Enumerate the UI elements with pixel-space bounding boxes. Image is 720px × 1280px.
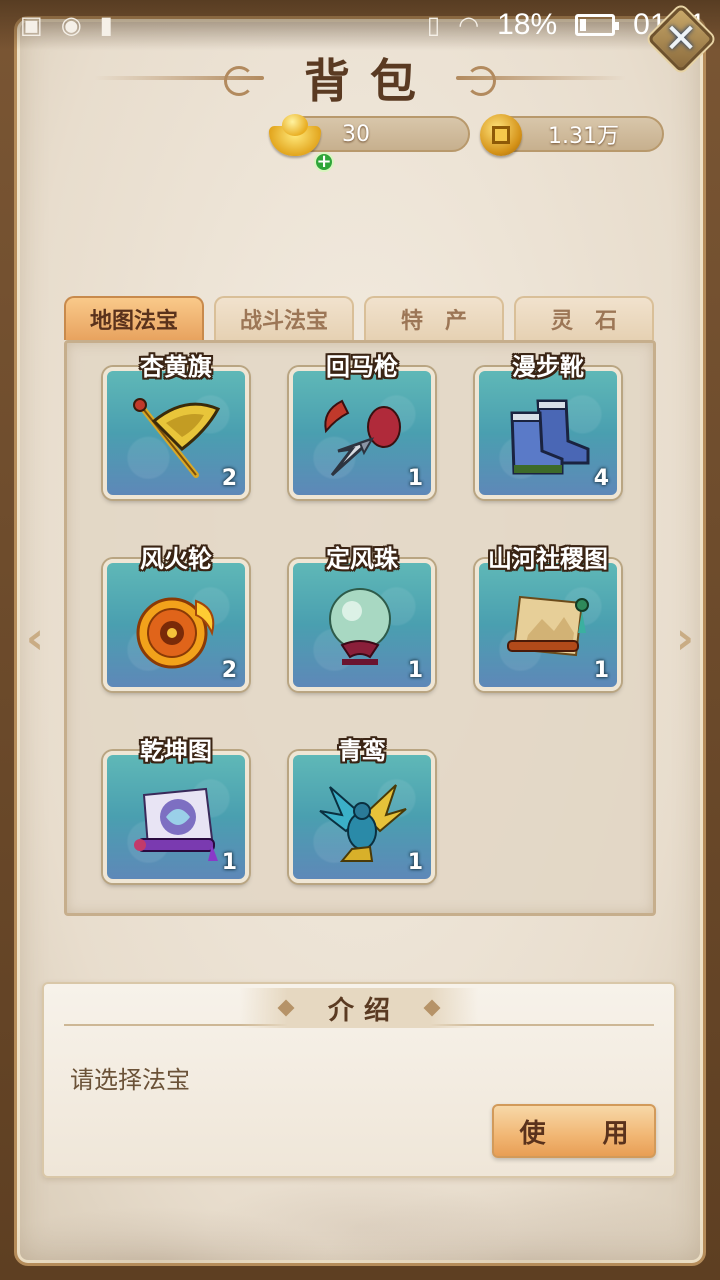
coin-value: 1.31万 (548, 124, 619, 149)
tab-label: 灵石 (550, 308, 639, 334)
item-name: 青鸾 (338, 736, 386, 765)
battery-percent: 18% (497, 8, 558, 41)
tab-map-treasures[interactable]: 地图法宝 (64, 296, 204, 340)
item-count: 2 (221, 466, 237, 491)
tab-label: 特产 (400, 308, 489, 334)
fire-wheel-icon (125, 583, 227, 673)
item-name: 回马枪 (326, 352, 398, 381)
item-count: 1 (407, 658, 423, 683)
item-name: 杏黄旗 (140, 352, 212, 381)
status-bar: ▣ ◉ ▮ ▯ ◠ 18% 01:11 (0, 0, 720, 50)
coin-icon (472, 106, 530, 164)
intro-description: 请选择法宝 (70, 1066, 190, 1094)
item-card: 4 (475, 367, 621, 499)
gold-value: 30 (342, 121, 370, 147)
gold-ingot-balance: + 30 (269, 114, 470, 172)
tab-battle-treasures[interactable]: 战斗法宝 (214, 296, 354, 340)
item-card: 1 (289, 559, 435, 691)
item-count: 4 (593, 466, 609, 491)
tab-label: 地图法宝 (89, 308, 178, 334)
item-name: 乾坤图 (140, 736, 212, 765)
item-slot-boots[interactable]: 漫步靴 4 (475, 347, 621, 499)
phoenix-icon (311, 775, 413, 865)
item-name: 定风珠 (326, 544, 398, 573)
intro-header: 介绍 (44, 988, 674, 1028)
add-gold-button[interactable]: + (314, 152, 334, 172)
battery-icon (575, 14, 620, 36)
intro-banner: 介绍 (239, 988, 478, 1028)
record-icon: ◉ (60, 11, 82, 39)
item-card: 1 (289, 367, 435, 499)
item-slot-spear[interactable]: 回马枪 1 (289, 347, 435, 499)
cosmos-scroll-icon (125, 775, 227, 865)
item-card: 1 (475, 559, 621, 691)
item-card: 2 (103, 559, 249, 691)
tab-bar: 地图法宝 战斗法宝 特产 灵石 (64, 296, 656, 340)
item-slot-phoenix[interactable]: 青鸾 1 (289, 731, 435, 883)
item-count: 1 (221, 850, 237, 875)
apricot-banner-icon (125, 391, 227, 481)
item-count: 1 (407, 850, 423, 875)
sd-card-icon: ▮ (99, 11, 113, 39)
vibrate-icon: ▯ (426, 11, 441, 39)
item-slot-apricot-banner[interactable]: 杏黄旗 2 (103, 347, 249, 499)
item-slot-cosmos-scroll[interactable]: 乾坤图 1 (103, 731, 249, 883)
item-grid: 杏黄旗 2 回马枪 1 漫步靴 4 风火轮 2 定风珠 1 山河社稷图 1 乾坤… (64, 340, 656, 916)
item-card: 1 (289, 751, 435, 883)
spear-icon (311, 391, 413, 481)
tab-specialties[interactable]: 特产 (364, 296, 504, 340)
tab-spirit-stones[interactable]: 灵石 (514, 296, 654, 340)
coin-balance: 1.31万 (480, 114, 664, 156)
item-slot-wind-pearl[interactable]: 定风珠 1 (289, 539, 435, 691)
title-ornament-left (94, 66, 264, 96)
use-button[interactable]: 使 用 (492, 1104, 656, 1158)
intro-title: 介绍 (327, 995, 400, 1026)
item-card: 1 (103, 751, 249, 883)
item-count: 2 (221, 658, 237, 683)
item-slot-fire-wheel[interactable]: 风火轮 2 (103, 539, 249, 691)
wifi-icon: ◠ (458, 11, 480, 39)
tab-label: 战斗法宝 (239, 308, 328, 334)
prev-page-arrow[interactable]: ‹ (18, 613, 52, 664)
intro-panel: 介绍 请选择法宝 使 用 (42, 982, 676, 1178)
wind-pearl-icon (311, 583, 413, 673)
boots-icon (497, 391, 599, 481)
close-icon: ✕ (664, 16, 698, 62)
item-slot-landscape-scroll[interactable]: 山河社稷图 1 (475, 539, 621, 691)
item-count: 1 (407, 466, 423, 491)
item-name: 风火轮 (140, 544, 212, 573)
page-title: 背包 (304, 54, 436, 108)
diamond-ornament-icon (423, 999, 441, 1017)
title-ornament-right (456, 76, 626, 80)
item-count: 1 (593, 658, 609, 683)
item-name: 山河社稷图 (488, 544, 608, 573)
landscape-scroll-icon (497, 583, 599, 673)
diamond-ornament-icon (277, 999, 295, 1017)
close-button[interactable]: ✕ (646, 4, 716, 74)
next-page-arrow[interactable]: › (668, 613, 702, 664)
title-bar: 背包 (0, 48, 720, 108)
item-card: 2 (103, 367, 249, 499)
image-icon: ▣ (20, 11, 43, 39)
item-name: 漫步靴 (512, 352, 584, 381)
